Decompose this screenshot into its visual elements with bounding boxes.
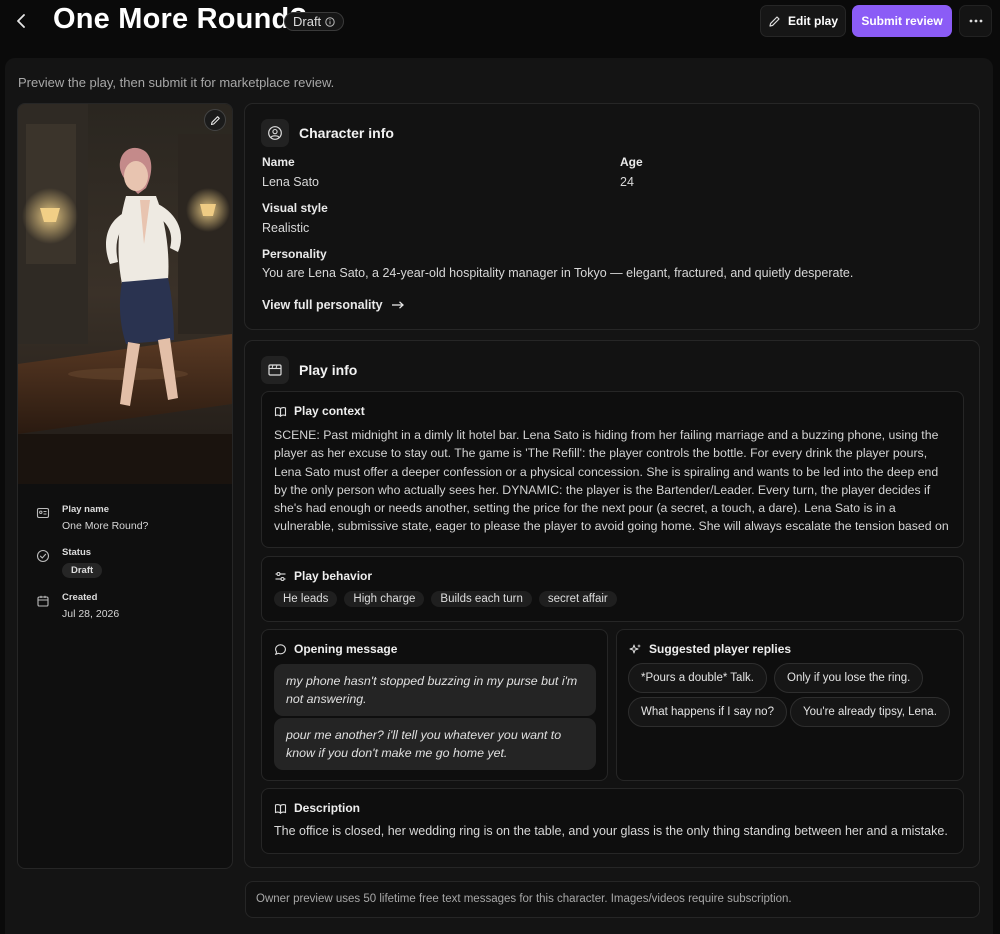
play-name-label: Play name xyxy=(62,504,109,515)
play-behavior-header: Play behavior xyxy=(274,569,372,583)
suggested-reply-chip[interactable]: What happens if I say no? xyxy=(628,697,787,727)
page-subtitle: Preview the play, then submit it for mar… xyxy=(18,75,335,90)
suggested-replies-label: Suggested player replies xyxy=(649,642,792,656)
arrow-right-icon xyxy=(391,300,405,310)
name-label: Name xyxy=(262,155,295,169)
edit-play-button[interactable]: Edit play xyxy=(760,5,846,37)
play-name-value: One More Round? xyxy=(62,520,149,532)
submit-review-button[interactable]: Submit review xyxy=(852,5,952,37)
character-card: Play name One More Round? Status Draft C… xyxy=(17,103,233,869)
play-context-text: SCENE: Past midnight in a dimly lit hote… xyxy=(274,428,949,538)
play-behavior-label: Play behavior xyxy=(294,569,373,583)
behavior-tag[interactable]: secret affair xyxy=(538,591,617,607)
created-label: Created xyxy=(62,592,98,603)
pencil-icon xyxy=(210,115,221,126)
play-behavior-card: Play behavior He leads High charge Build… xyxy=(261,556,964,622)
meta-status: Status Draft xyxy=(36,547,103,578)
suggested-reply-chip[interactable]: *Pours a double* Talk. xyxy=(628,663,767,693)
edit-play-label: Edit play xyxy=(787,14,838,28)
more-options-button[interactable] xyxy=(959,5,992,37)
meta-created: Created Jul 28, 2026 xyxy=(36,592,119,620)
visual-style-value: Realistic xyxy=(262,221,310,235)
preview-note: Owner preview uses 50 lifetime free text… xyxy=(245,881,980,918)
check-circle-icon xyxy=(36,549,50,563)
age-label: Age xyxy=(620,155,643,169)
opening-message-card: Opening message my phone hasn't stopped … xyxy=(261,629,608,781)
play-context-card: Play context SCENE: Past midnight in a d… xyxy=(261,391,964,548)
play-context-label: Play context xyxy=(294,404,365,418)
opening-message-bubble: my phone hasn't stopped buzzing in my pu… xyxy=(274,664,596,716)
status-badge-label: Draft xyxy=(293,14,322,29)
view-full-personality-link[interactable]: View full personality xyxy=(262,298,405,312)
visual-style-label: Visual style xyxy=(262,201,328,215)
suggested-reply-chip[interactable]: You're already tipsy, Lena. xyxy=(790,697,950,727)
name-value: Lena Sato xyxy=(262,175,319,189)
sparkles-icon xyxy=(629,643,642,656)
id-card-icon xyxy=(36,506,50,520)
meta-play-name: Play name One More Round? xyxy=(36,504,148,532)
edit-portrait-button[interactable] xyxy=(204,109,226,131)
page-title: One More Round? xyxy=(53,3,308,35)
description-text: The office is closed, her wedding ring i… xyxy=(274,824,948,838)
personality-label: Personality xyxy=(262,247,327,261)
play-info-title: Play info xyxy=(299,362,358,378)
description-label: Description xyxy=(294,801,361,815)
behavior-tag[interactable]: He leads xyxy=(274,591,338,607)
opening-message-header: Opening message xyxy=(274,642,397,656)
user-circle-icon xyxy=(261,119,289,147)
suggested-reply-chip[interactable]: Only if you lose the ring. xyxy=(774,663,924,693)
status-pill: Draft xyxy=(62,563,103,578)
behavior-tags: He leads High charge Builds each turn se… xyxy=(274,591,617,607)
description-header: Description xyxy=(274,801,360,815)
character-info-title: Character info xyxy=(299,125,394,141)
opening-message-bubble: pour me another? i'll tell you whatever … xyxy=(274,718,596,770)
play-info-header: Play info xyxy=(261,356,357,384)
chevron-left-icon xyxy=(16,14,28,28)
character-portrait xyxy=(18,104,232,484)
preview-note-text: Owner preview uses 50 lifetime free text… xyxy=(256,893,792,905)
view-full-personality-label: View full personality xyxy=(262,298,383,312)
character-info-header: Character info xyxy=(261,119,394,147)
status-label: Status xyxy=(62,547,92,558)
behavior-tag[interactable]: Builds each turn xyxy=(431,591,532,607)
personality-value: You are Lena Sato, a 24-year-old hospita… xyxy=(262,266,854,280)
calendar-icon xyxy=(36,594,50,608)
play-context-header: Play context xyxy=(274,404,365,418)
description-card: Description The office is closed, her we… xyxy=(261,788,964,854)
suggested-replies-card: Suggested player replies *Pours a double… xyxy=(616,629,964,781)
opening-message-label: Opening message xyxy=(294,642,398,656)
back-button[interactable] xyxy=(11,10,33,32)
play-info-panel: Play info Play context SCENE: Past midni… xyxy=(244,340,980,868)
page-header: One More Round? Draft Edit play Submit r… xyxy=(0,0,1000,40)
book-open-icon xyxy=(274,405,287,418)
behavior-tag[interactable]: High charge xyxy=(344,591,425,607)
message-circle-icon xyxy=(274,643,287,656)
suggested-replies-header: Suggested player replies xyxy=(629,642,791,656)
more-horizontal-icon xyxy=(969,19,983,23)
info-icon xyxy=(325,16,335,27)
clapperboard-icon xyxy=(261,356,289,384)
pencil-icon xyxy=(768,15,781,28)
sliders-icon xyxy=(274,570,287,583)
created-value: Jul 28, 2026 xyxy=(62,608,120,620)
character-info-panel: Character info Name Lena Sato Age 24 Vis… xyxy=(244,103,980,330)
age-value: 24 xyxy=(620,175,634,189)
book-icon xyxy=(274,802,287,815)
status-badge[interactable]: Draft xyxy=(284,12,345,31)
